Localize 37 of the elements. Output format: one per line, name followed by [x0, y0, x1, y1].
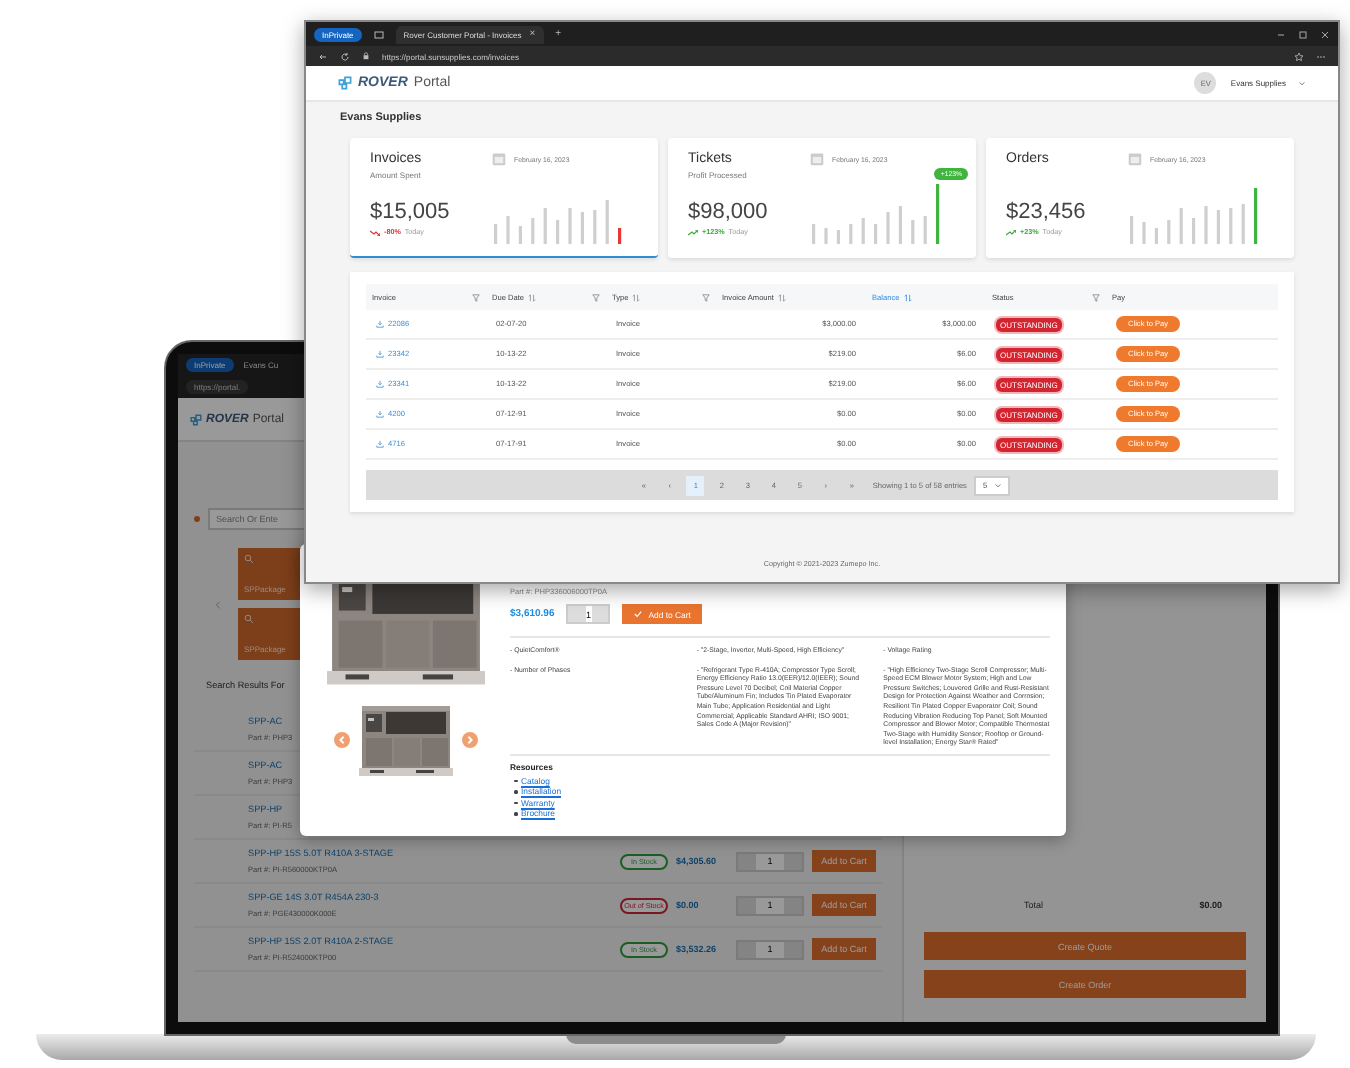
chevron-down-icon — [993, 481, 1002, 489]
search-icon — [244, 614, 254, 624]
previous-icon — [333, 732, 349, 748]
check-icon — [634, 610, 643, 618]
filter-icon — [472, 293, 480, 301]
download-icon — [376, 320, 384, 328]
calendar-icon — [810, 152, 824, 166]
next-icon — [461, 732, 477, 748]
status-dot — [194, 515, 200, 521]
card-value: $15,005 — [370, 200, 452, 224]
calendar-icon — [492, 152, 506, 166]
star-icon — [1294, 51, 1304, 61]
chevron-down-icon — [1298, 79, 1306, 87]
trend-up-icon — [1006, 229, 1016, 235]
card-value: $98,000 — [688, 200, 770, 224]
tabs-icon — [373, 29, 384, 39]
filter-icon — [702, 293, 710, 301]
sort-icon — [903, 293, 912, 301]
trend-up-icon — [688, 229, 698, 235]
minimize-icon — [1276, 29, 1286, 39]
search-icon — [244, 554, 254, 564]
back-icon — [318, 51, 328, 61]
download-icon — [376, 350, 384, 358]
logo-icon — [338, 76, 352, 90]
refresh-icon — [340, 51, 350, 61]
maximize-icon — [1298, 29, 1308, 39]
filter-icon — [592, 293, 600, 301]
trend-down-icon — [370, 229, 380, 235]
download-icon — [376, 440, 384, 448]
calendar-icon — [1128, 152, 1142, 166]
filter-icon — [1092, 293, 1100, 301]
logo-icon — [190, 413, 202, 425]
download-icon — [376, 410, 384, 418]
lock-icon — [362, 52, 370, 60]
close-icon — [1320, 29, 1330, 39]
download-icon — [376, 380, 384, 388]
card-value: $23,456 — [1006, 200, 1088, 224]
